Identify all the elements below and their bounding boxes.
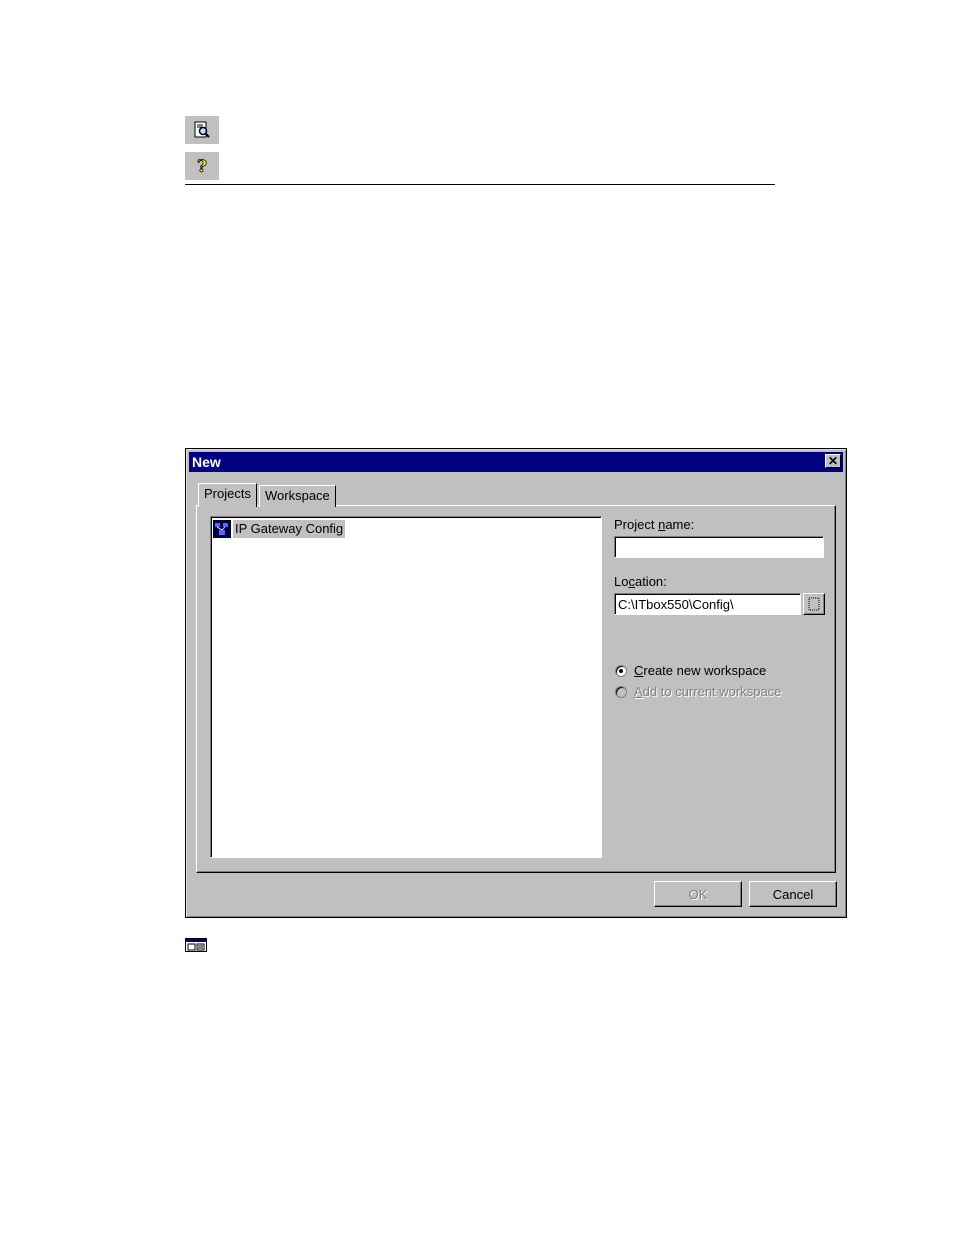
radio-create-label: Create new workspace [634,663,766,678]
radio-button-create[interactable] [615,664,627,677]
project-name-input[interactable] [614,536,824,558]
radio-add-label: Add to current workspace [634,684,781,699]
browse-button[interactable] [803,593,825,615]
tab-projects-label: Projects [204,486,251,501]
dialog-title: New [192,454,221,470]
ok-button: OK [654,881,742,907]
close-button[interactable]: ✕ [825,454,841,468]
close-icon: ✕ [827,454,839,468]
location-label-pre: Lo [614,574,629,589]
browse-icon [808,597,820,611]
dialog-titlebar: New ✕ [189,452,843,472]
print-preview-icon [185,116,219,144]
svg-text:?: ? [197,157,207,177]
window-tile-icon [185,938,207,955]
list-item-label: IP Gateway Config [233,520,346,538]
radio-create-mnemonic: C [634,663,644,678]
radio-add-to-current-workspace: Add to current workspace [615,684,781,699]
project-type-list[interactable]: IP Gateway Config [210,516,602,858]
location-label-post: ation: [634,574,667,589]
cancel-button[interactable]: Cancel [749,881,837,907]
radio-create-new-workspace[interactable]: Create new workspace [615,663,766,678]
project-name-label: Project name: [614,517,694,532]
location-label: Location: [614,574,667,589]
cancel-button-label: Cancel [772,886,814,902]
tab-workspace-label: Workspace [265,488,330,503]
list-item[interactable]: IP Gateway Config [213,519,346,539]
location-input[interactable] [614,593,801,615]
project-name-label-pre: Project [614,517,659,532]
new-dialog: New ✕ Projects Workspace IP Gateway Conf… [185,448,847,918]
help-icon: ? [185,152,219,180]
gateway-config-icon [213,520,231,538]
ok-button-label: OK [688,886,708,902]
horizontal-rule [185,184,775,185]
tab-workspace[interactable]: Workspace [259,485,336,507]
project-name-label-post: ame: [665,517,695,532]
radio-add-mnemonic: A [634,684,643,699]
radio-add-rest: dd to current workspace [642,684,782,699]
radio-button-add [615,685,627,698]
tab-projects[interactable]: Projects [198,483,257,507]
radio-create-rest: reate new workspace [643,663,767,678]
